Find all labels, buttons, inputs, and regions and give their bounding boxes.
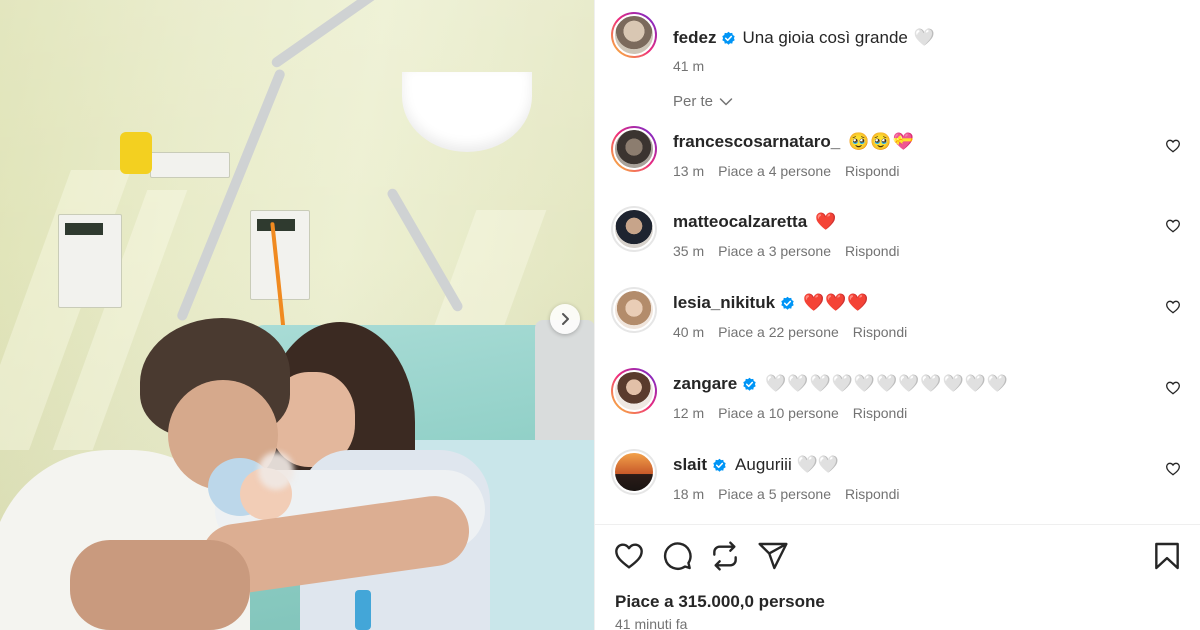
heart-icon[interactable] [1165, 299, 1181, 315]
reply-button[interactable]: Rispondi [845, 486, 899, 502]
oxygen-meter [120, 132, 152, 174]
hospital-wristband [355, 590, 371, 630]
caption-line: fedez Una gioia così grande 🤍 [673, 28, 935, 48]
comment-line: slait Auguriii 🤍🤍 [673, 455, 839, 475]
comment-filter-label: Per te [673, 93, 714, 110]
comment-time: 13 m [673, 163, 705, 179]
comment-likes[interactable]: Piace a 3 persone [718, 243, 831, 259]
man-arm [70, 540, 250, 630]
avatar[interactable] [611, 449, 657, 495]
caption-text: Una gioia così grande [742, 28, 908, 47]
comment-time: 18 m [673, 486, 705, 502]
comment-line: zangare 🤍🤍🤍🤍🤍🤍🤍🤍🤍🤍🤍 [673, 374, 1009, 394]
comment-meta: 13 m Piace a 4 persone Rispondi [673, 163, 913, 179]
post-photo [0, 0, 594, 630]
comment-meta: 35 m Piace a 3 persone Rispondi [673, 243, 913, 259]
post-timestamp: 41 minuti fa [615, 616, 688, 630]
comment-text: ❤️❤️❤️ [803, 293, 870, 312]
reply-button[interactable]: Rispondi [853, 405, 907, 421]
comment-line: lesia_nikituk ❤️❤️❤️ [673, 293, 870, 313]
comment-item: matteocalzaretta ❤️ 35 m Piace a 3 perso… [611, 204, 1193, 276]
blurred-face-patch [258, 452, 294, 490]
comment-likes[interactable]: Piace a 4 persone [718, 163, 831, 179]
comment-item: slait Auguriii 🤍🤍 18 m Piace a 5 persone… [611, 447, 1193, 519]
heart-icon[interactable] [1165, 218, 1181, 234]
comment-meta: 40 m Piace a 22 persone Rispondi [673, 324, 921, 340]
next-photo-button[interactable] [550, 304, 580, 334]
reply-button[interactable]: Rispondi [845, 243, 899, 259]
bookmark-icon[interactable] [1151, 540, 1183, 572]
share-icon[interactable] [757, 540, 789, 572]
divider [595, 524, 1200, 525]
comment-line: matteocalzaretta ❤️ [673, 212, 837, 232]
comment-time: 35 m [673, 243, 705, 259]
comment-time: 12 m [673, 405, 705, 421]
avatar[interactable] [611, 287, 657, 333]
comment-likes[interactable]: Piace a 10 persone [718, 405, 839, 421]
comment-username[interactable]: zangare [673, 374, 737, 394]
comment-text: Auguriii 🤍🤍 [735, 455, 839, 474]
comment-item: lesia_nikituk ❤️❤️❤️ 40 m Piace a 22 per… [611, 285, 1193, 357]
caption-username[interactable]: fedez [673, 28, 716, 48]
caption-emoji: 🤍 [913, 28, 936, 47]
comment-text: 🤍🤍🤍🤍🤍🤍🤍🤍🤍🤍🤍 [765, 374, 1010, 393]
avatar[interactable] [611, 126, 657, 172]
comments-list: francescosarnataro_ 🥹🥹💝 13 m Piace a 4 p… [611, 124, 1193, 524]
avatar[interactable] [611, 206, 657, 252]
verified-badge-icon [713, 458, 726, 472]
comment-icon[interactable] [661, 540, 693, 572]
post-sidebar: fedez Una gioia così grande 🤍 41 m Per t… [594, 0, 1200, 630]
heart-icon[interactable] [1165, 138, 1181, 154]
comment-likes[interactable]: Piace a 5 persone [718, 486, 831, 502]
heart-icon[interactable] [1165, 461, 1181, 477]
comment-filter-dropdown[interactable]: Per te [673, 93, 733, 110]
comment-item: francescosarnataro_ 🥹🥹💝 13 m Piace a 4 p… [611, 124, 1193, 196]
comment-meta: 12 m Piace a 10 persone Rispondi [673, 405, 921, 421]
comment-item: zangare 🤍🤍🤍🤍🤍🤍🤍🤍🤍🤍🤍 12 m Piace a 10 pers… [611, 366, 1193, 438]
reply-button[interactable]: Rispondi [853, 324, 907, 340]
caption-time: 41 m [673, 58, 705, 74]
heart-icon[interactable] [1165, 380, 1181, 396]
comment-meta: 18 m Piace a 5 persone Rispondi [673, 486, 913, 502]
reply-button[interactable]: Rispondi [845, 163, 899, 179]
comment-text: ❤️ [815, 212, 838, 231]
chevron-down-icon [719, 97, 733, 105]
heart-icon[interactable] [613, 540, 645, 572]
comment-username[interactable]: lesia_nikituk [673, 293, 775, 313]
verified-badge-icon [722, 31, 736, 45]
comment-username[interactable]: matteocalzaretta [673, 212, 807, 232]
gas-outlet-panel [150, 152, 230, 178]
verified-badge-icon [781, 296, 794, 310]
post-caption: fedez Una gioia così grande 🤍 41 m [611, 12, 1181, 74]
comment-username[interactable]: francescosarnataro_ [673, 132, 840, 152]
verified-badge-icon [743, 377, 756, 391]
comment-username[interactable]: slait [673, 455, 707, 475]
comment-line: francescosarnataro_ 🥹🥹💝 [673, 132, 915, 152]
like-count[interactable]: Piace a 315.000,0 persone [615, 592, 825, 612]
comment-text: 🥹🥹💝 [848, 132, 915, 151]
comment-likes[interactable]: Piace a 22 persone [718, 324, 839, 340]
action-bar [613, 540, 1183, 574]
repost-icon[interactable] [709, 540, 741, 572]
avatar[interactable] [611, 368, 657, 414]
avatar[interactable] [611, 12, 657, 58]
chevron-right-icon [562, 313, 569, 325]
comment-time: 40 m [673, 324, 705, 340]
wall-panel [58, 214, 122, 308]
